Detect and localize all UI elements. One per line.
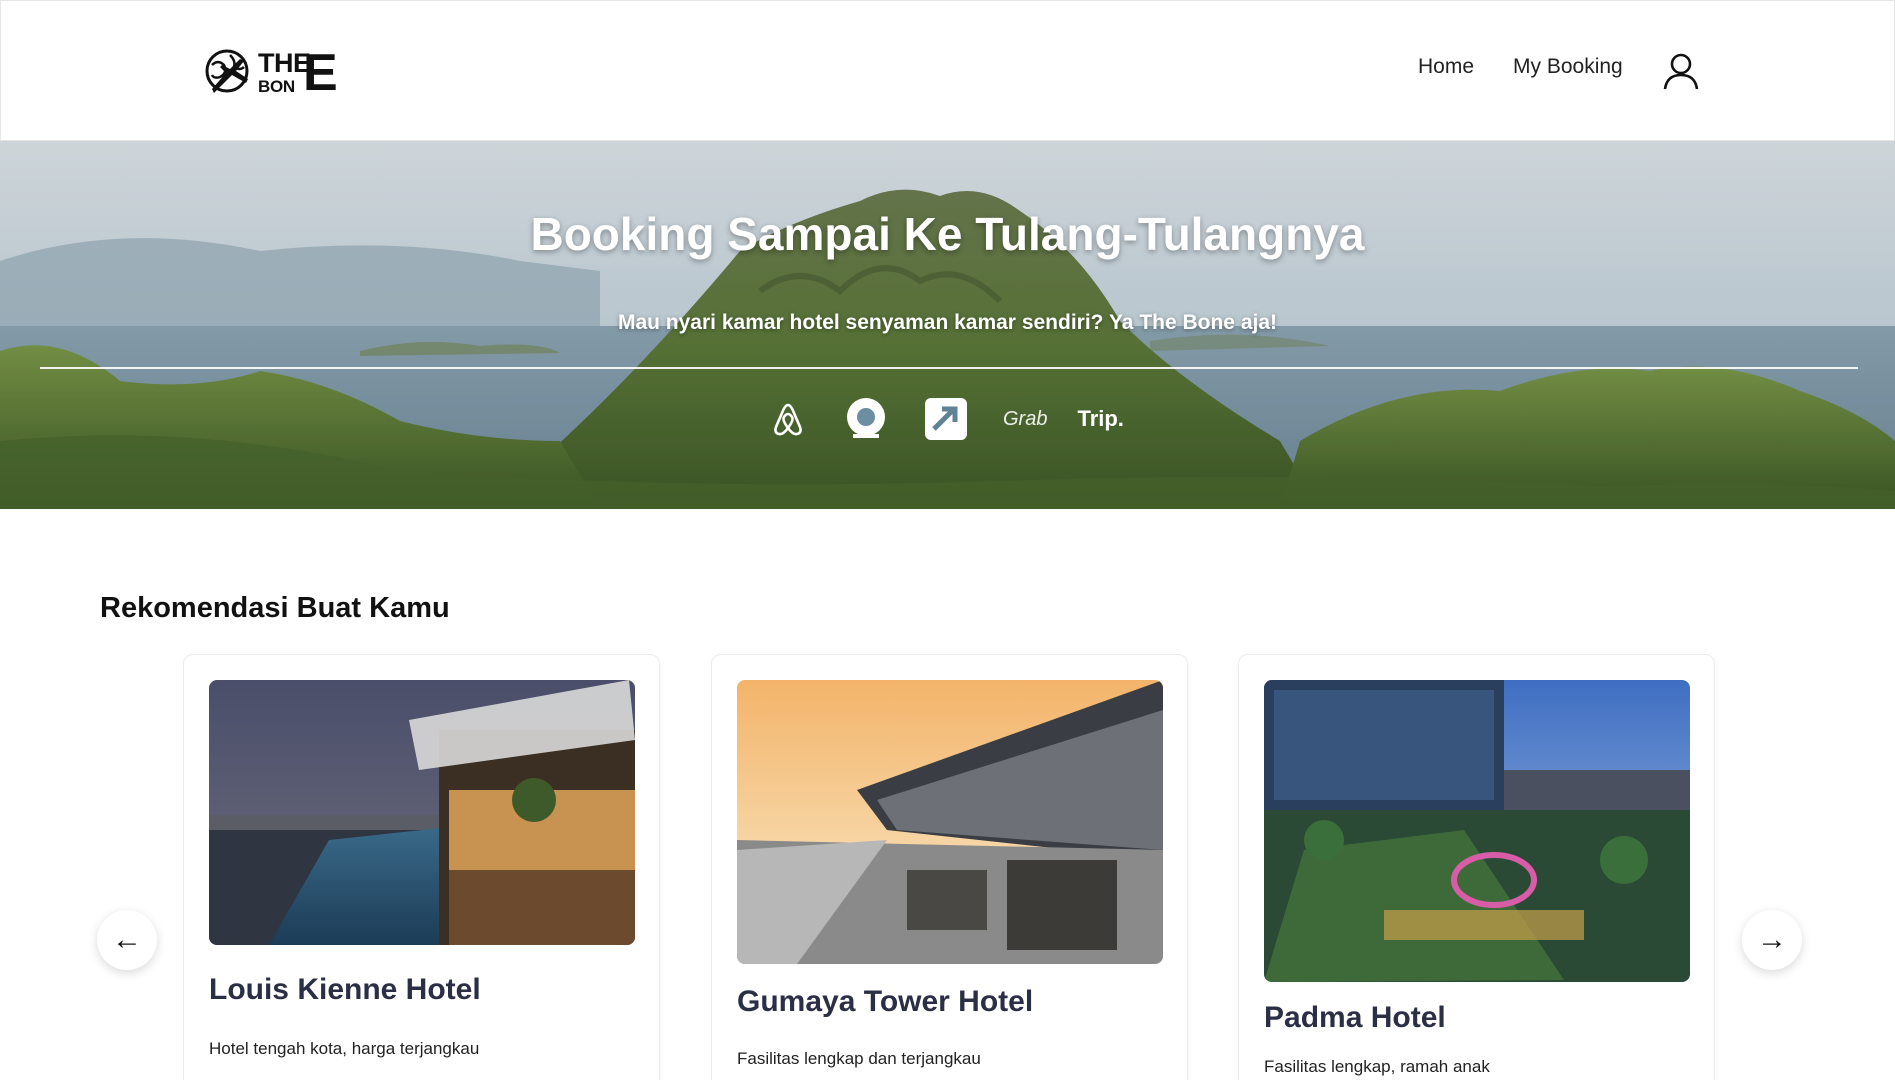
logo-wordmark: THE BON E (258, 47, 338, 99)
hotel-description: Hotel tengah kota, harga terjangkau (209, 1039, 480, 1058)
hero-title: Booking Sampai Ke Tulang-Tulangnya (530, 208, 1365, 260)
arrow-right-icon: → (1757, 923, 1787, 956)
grab-logo: Grab (1003, 407, 1048, 430)
hotel-photo (737, 680, 1163, 964)
globe-plane-icon (205, 49, 249, 93)
nav-home-link[interactable]: Home (1418, 55, 1474, 83)
hotel-photo (209, 680, 635, 945)
hotel-photo (1264, 680, 1690, 982)
hotel-description: Fasilitas lengkap dan terjangkau (737, 1049, 981, 1068)
top-navbar: THE BON E Home My Booking (0, 0, 1895, 141)
hotel-name: Gumaya Tower Hotel (737, 985, 1034, 1018)
hotel-card[interactable]: Louis Kienne Hotel Hotel tengah kota, ha… (183, 654, 660, 1080)
agoda-icon (843, 396, 889, 442)
hotel-name: Louis Kienne Hotel (209, 973, 481, 1006)
hero-divider (40, 367, 1858, 369)
hero-banner: Booking Sampai Ke Tulang-Tulangnya Mau n… (0, 141, 1895, 509)
hotel-card[interactable]: Gumaya Tower Hotel Fasilitas lengkap dan… (711, 654, 1188, 1080)
logo-bon: BON (258, 77, 295, 96)
recommendations-title: Rekomendasi Buat Kamu (100, 592, 450, 624)
the-bone-logo[interactable]: THE BON E (204, 47, 338, 99)
arrow-left-icon: ← (112, 923, 142, 956)
carousel-next-button[interactable]: → (1742, 910, 1802, 970)
carousel-prev-button[interactable]: ← (97, 910, 157, 970)
hotel-card[interactable]: Padma Hotel Fasilitas lengkap, ramah ana… (1238, 654, 1715, 1080)
logo-e: E (303, 44, 338, 102)
hotel-name: Padma Hotel (1264, 1001, 1446, 1034)
hero-subtitle: Mau nyari kamar hotel senyaman kamar sen… (617, 311, 1278, 334)
nav-my-booking-link[interactable]: My Booking (1513, 55, 1623, 83)
user-profile-icon[interactable] (1661, 51, 1701, 91)
traveloka-icon (924, 397, 968, 441)
partner-logos: Grab Trip. (768, 394, 1159, 444)
trip-logo: Trip. (1077, 406, 1124, 431)
hotel-description: Fasilitas lengkap, ramah anak (1264, 1057, 1490, 1076)
airbnb-icon (768, 399, 808, 439)
